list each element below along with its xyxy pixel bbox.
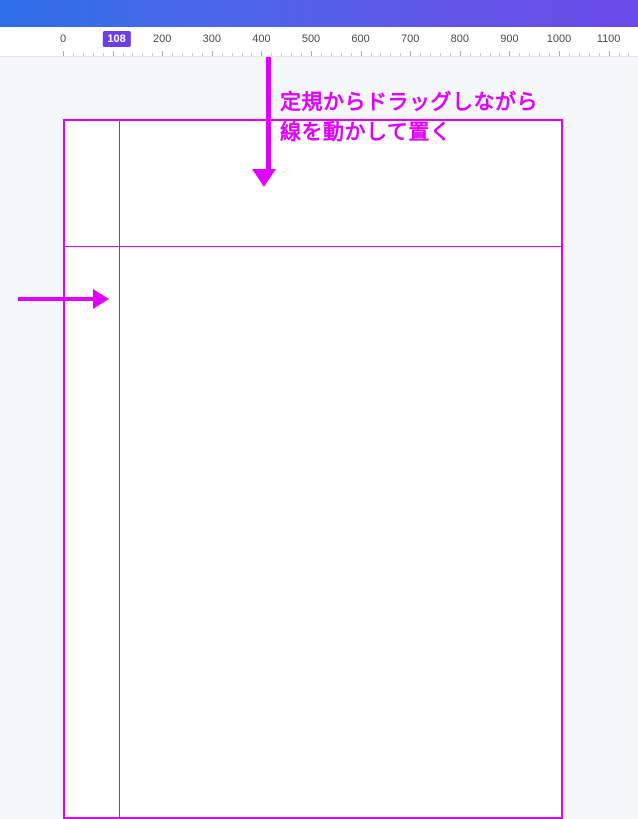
ruler-tick-minor	[599, 53, 600, 56]
annotation-text: 定規からドラッグしながら 線を動かして置く	[280, 88, 538, 149]
ruler-tick-major	[212, 51, 213, 56]
annotation-line1: 定規からドラッグしながら	[280, 91, 538, 114]
ruler-label: 1000	[547, 33, 571, 45]
ruler-tick-major	[261, 51, 262, 56]
ruler-tick-minor	[83, 53, 84, 56]
ruler-tick-minor	[142, 53, 143, 56]
ruler-tick-minor	[519, 53, 520, 56]
app-topbar	[0, 0, 638, 27]
ruler-tick-minor	[202, 53, 203, 56]
ruler-tick-minor	[232, 53, 233, 56]
ruler-tick-minor	[371, 53, 372, 56]
ruler-tick-minor	[132, 53, 133, 56]
horizontal-ruler[interactable]: 010020030040050060070080090010001100 108	[0, 27, 638, 57]
ruler-label: 800	[451, 33, 469, 45]
ruler-tick-minor	[420, 53, 421, 56]
ruler-label: 500	[302, 33, 320, 45]
ruler-tick-minor	[73, 53, 74, 56]
ruler-guide-indicator[interactable]: 108	[102, 31, 130, 47]
ruler-tick-minor	[222, 53, 223, 56]
ruler-label: 300	[203, 33, 221, 45]
ruler-label: 900	[500, 33, 518, 45]
ruler-tick-minor	[499, 53, 500, 56]
ruler-tick-minor	[152, 53, 153, 56]
ruler-tick-minor	[628, 53, 629, 56]
ruler-tick-minor	[470, 53, 471, 56]
ruler-label: 1100	[597, 33, 621, 45]
ruler-tick-minor	[172, 53, 173, 56]
ruler-tick-minor	[579, 53, 580, 56]
vertical-guide-line[interactable]	[119, 121, 120, 817]
ruler-label: 0	[60, 33, 66, 45]
ruler-tick-minor	[331, 53, 332, 56]
ruler-tick-minor	[539, 53, 540, 56]
ruler-label: 700	[401, 33, 419, 45]
ruler-label: 600	[351, 33, 369, 45]
ruler-tick-minor	[351, 53, 352, 56]
ruler-tick-major	[311, 51, 312, 56]
ruler-tick-minor	[380, 53, 381, 56]
ruler-tick-minor	[321, 53, 322, 56]
ruler-tick-major	[361, 51, 362, 56]
annotation-line2: 線を動かして置く	[280, 121, 451, 144]
ruler-tick-major	[113, 51, 114, 56]
ruler-tick-minor	[450, 53, 451, 56]
ruler-label: 400	[252, 33, 270, 45]
ruler-tick-minor	[192, 53, 193, 56]
ruler-tick-minor	[251, 53, 252, 56]
ruler-tick-major	[559, 51, 560, 56]
ruler-tick-minor	[271, 53, 272, 56]
ruler-tick-minor	[440, 53, 441, 56]
ruler-tick-minor	[93, 53, 94, 56]
ruler-tick-minor	[341, 53, 342, 56]
ruler-tick-minor	[549, 53, 550, 56]
ruler-tick-minor	[529, 53, 530, 56]
ruler-tick-major	[509, 51, 510, 56]
ruler-tick-minor	[242, 53, 243, 56]
ruler-tick-major	[410, 51, 411, 56]
ruler-tick-major	[609, 51, 610, 56]
canvas-page[interactable]	[63, 119, 563, 819]
ruler-tick-minor	[569, 53, 570, 56]
ruler-tick-minor	[123, 53, 124, 56]
horizontal-guide-line[interactable]	[65, 246, 561, 247]
ruler-tick-minor	[430, 53, 431, 56]
ruler-tick-major	[162, 51, 163, 56]
ruler-tick-minor	[480, 53, 481, 56]
ruler-tick-minor	[619, 53, 620, 56]
ruler-tick-minor	[182, 53, 183, 56]
ruler-tick-major	[63, 51, 64, 56]
ruler-tick-major	[460, 51, 461, 56]
ruler-tick-minor	[103, 53, 104, 56]
ruler-tick-minor	[301, 53, 302, 56]
ruler-label: 200	[153, 33, 171, 45]
ruler-tick-minor	[490, 53, 491, 56]
canvas-area[interactable]: 定規からドラッグしながら 線を動かして置く	[0, 57, 638, 651]
ruler-tick-minor	[400, 53, 401, 56]
ruler-tick-minor	[390, 53, 391, 56]
ruler-tick-minor	[281, 53, 282, 56]
ruler-tick-minor	[291, 53, 292, 56]
ruler-tick-minor	[589, 53, 590, 56]
